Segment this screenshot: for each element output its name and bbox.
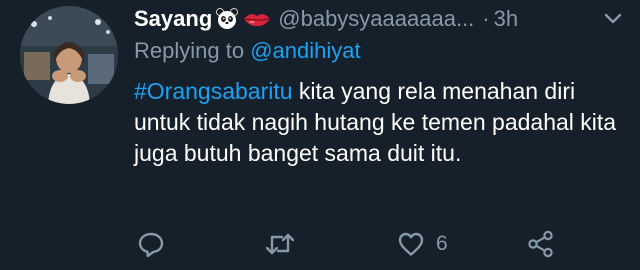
reply-mention-link[interactable]: @andihiyat [250,38,360,63]
tweet-header: Sayang @babysyaaaaaaa... · 3h [134,4,628,34]
separator-dot: · [482,6,490,31]
retweet-button[interactable] [264,228,296,260]
reply-prefix: Replying to [134,38,245,63]
tweet-text: #Orangsabaritu kita yang rela menahan di… [134,76,624,169]
like-button[interactable]: 6 [396,228,448,260]
hashtag-link[interactable]: #Orangsabaritu [134,78,293,104]
reply-icon [136,229,166,259]
display-name[interactable]: Sayang [134,6,212,32]
reply-button[interactable] [136,228,166,260]
share-button[interactable] [526,228,556,260]
timestamp[interactable]: 3h [494,6,518,32]
user-handle[interactable]: @babysyaaaaaaa... [278,6,474,32]
heart-icon [396,229,426,259]
panda-face-icon [216,8,239,30]
avatar[interactable] [20,6,118,104]
retweet-icon [264,229,296,259]
lips-icon [242,9,272,29]
tweet[interactable]: Sayang @babysyaaaaaaa... · 3h Replying t… [0,0,640,270]
chevron-down-icon[interactable] [600,6,626,32]
action-bar: 6 [134,228,574,260]
like-count: 6 [436,232,448,255]
share-icon [526,229,556,259]
reply-context: Replying to @andihiyat [134,38,361,64]
